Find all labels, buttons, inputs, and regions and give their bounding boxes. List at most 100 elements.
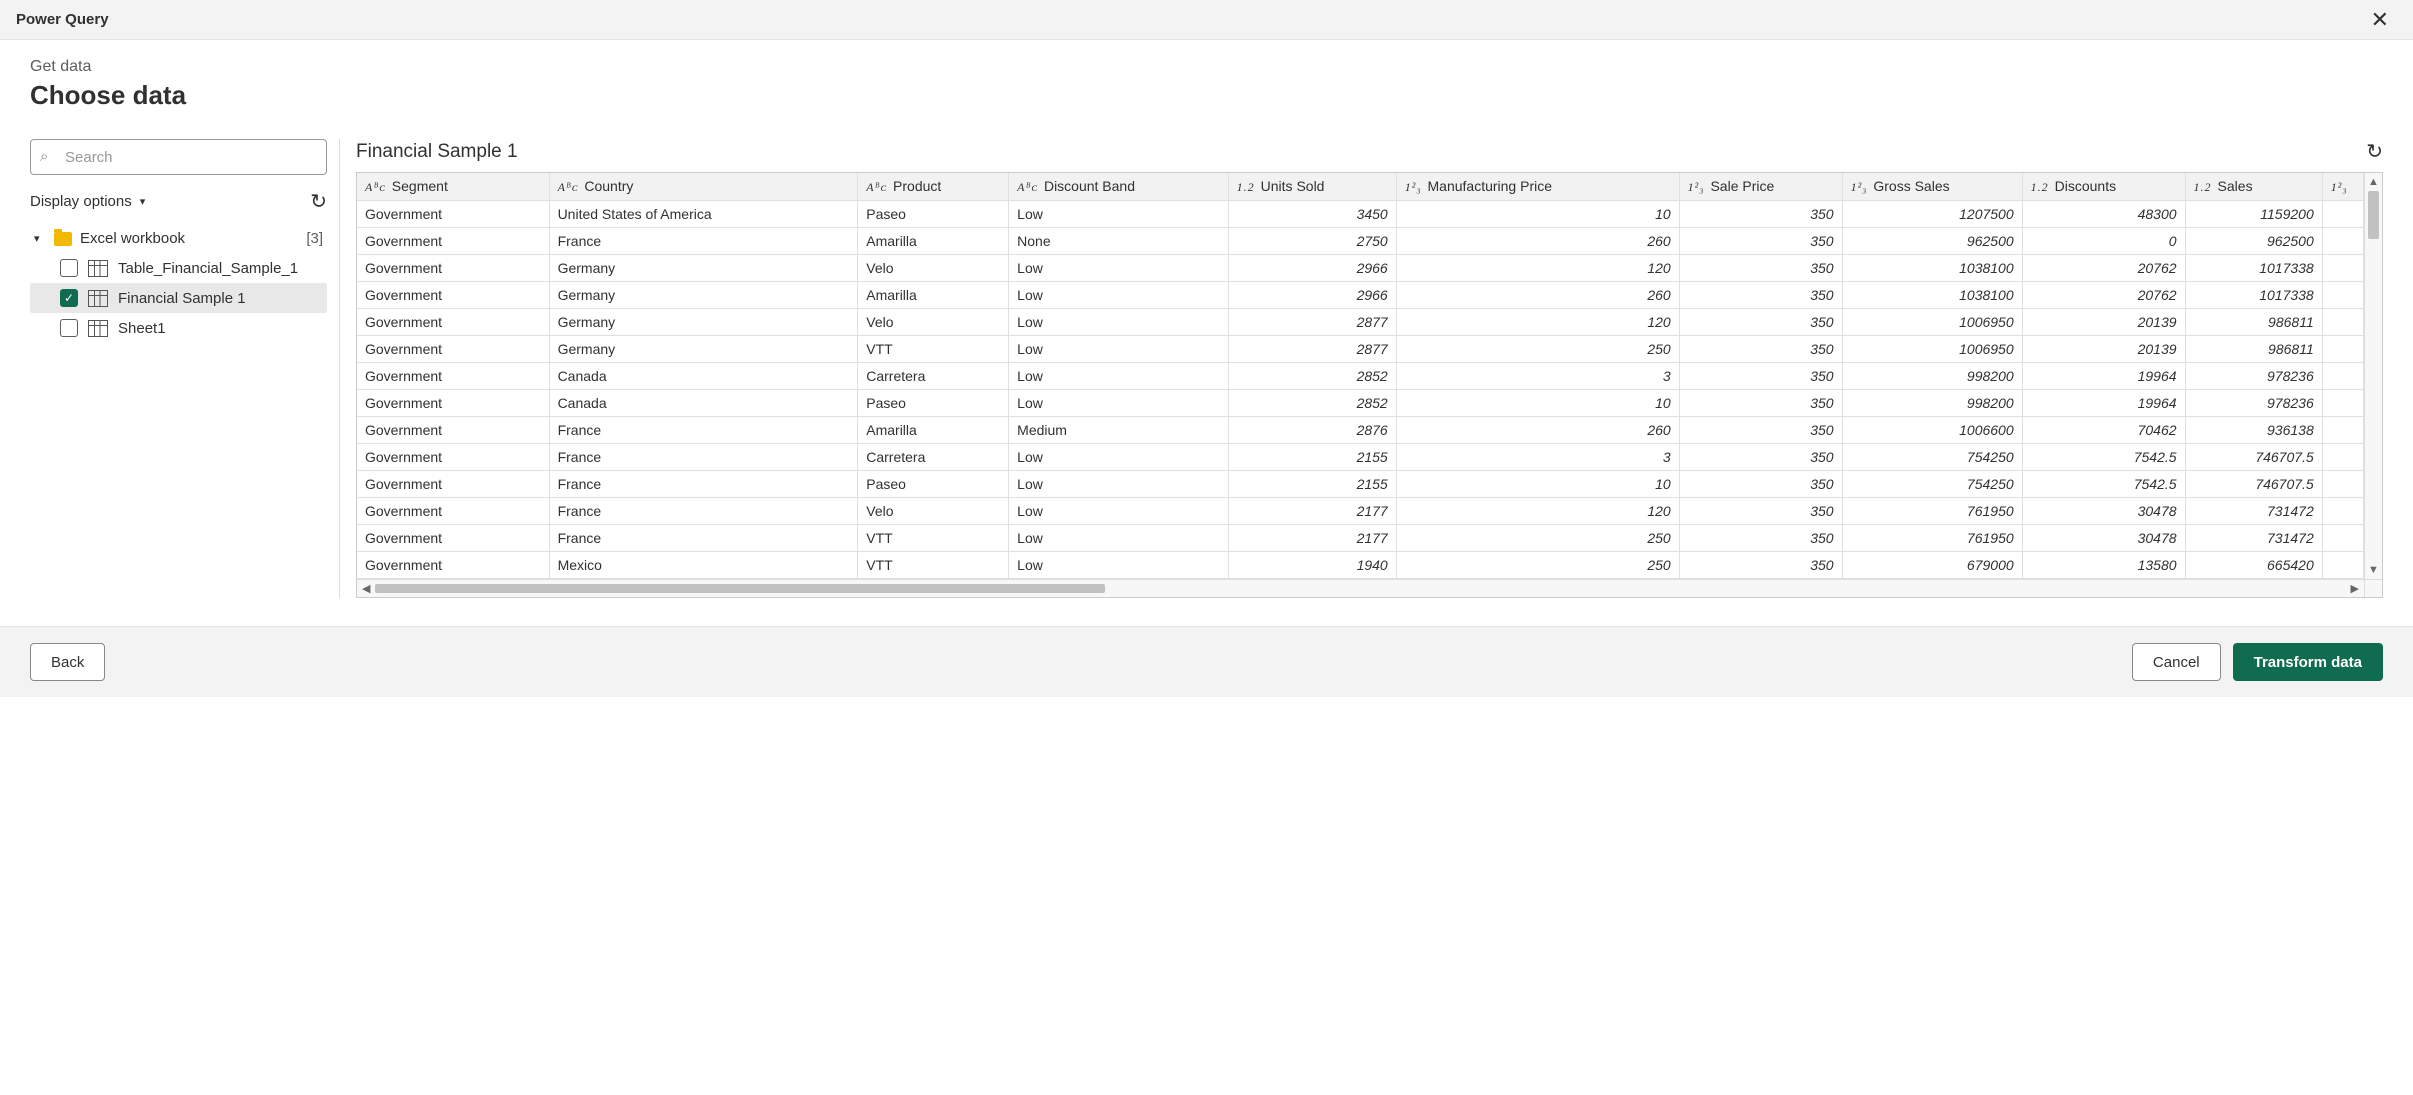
cell[interactable]: Government <box>357 336 549 363</box>
cell[interactable]: United States of America <box>549 201 858 228</box>
cell[interactable]: 350 <box>1679 390 1842 417</box>
cell[interactable]: 1207500 <box>1842 201 2022 228</box>
column-header[interactable]: AᴮᴄProduct <box>858 173 1009 201</box>
cell[interactable]: 1038100 <box>1842 255 2022 282</box>
cell[interactable]: 350 <box>1679 444 1842 471</box>
cell[interactable]: 20762 <box>2022 255 2185 282</box>
table-row[interactable]: GovernmentCanadaPaseoLow2852103509982001… <box>357 390 2364 417</box>
horizontal-scroll-thumb[interactable] <box>375 584 1105 593</box>
cell[interactable]: 350 <box>1679 417 1842 444</box>
column-header[interactable]: 1.2Sales <box>2185 173 2322 201</box>
vertical-scroll-track[interactable] <box>2365 191 2382 561</box>
cell[interactable]: France <box>549 228 858 255</box>
checkbox[interactable] <box>60 259 78 277</box>
cell[interactable]: 962500 <box>1842 228 2022 255</box>
cell[interactable]: 2155 <box>1228 471 1396 498</box>
cancel-button[interactable]: Cancel <box>2132 643 2221 681</box>
cell[interactable]: Government <box>357 363 549 390</box>
cell[interactable]: Government <box>357 390 549 417</box>
cell[interactable]: 1006950 <box>1842 336 2022 363</box>
cell[interactable]: 250 <box>1396 552 1679 579</box>
cell[interactable]: 250 <box>1396 525 1679 552</box>
cell[interactable]: 350 <box>1679 282 1842 309</box>
cell[interactable]: VTT <box>858 525 1009 552</box>
table-row[interactable]: GovernmentFrancePaseoLow2155103507542507… <box>357 471 2364 498</box>
cell[interactable]: 998200 <box>1842 390 2022 417</box>
cell[interactable]: Low <box>1009 390 1229 417</box>
cell[interactable]: Velo <box>858 498 1009 525</box>
table-row[interactable]: GovernmentFranceAmarillaMedium2876260350… <box>357 417 2364 444</box>
cell[interactable]: France <box>549 525 858 552</box>
cell[interactable]: 1940 <box>1228 552 1396 579</box>
cell[interactable]: Low <box>1009 255 1229 282</box>
cell[interactable]: 350 <box>1679 309 1842 336</box>
table-row[interactable]: GovernmentFranceAmarillaNone275026035096… <box>357 228 2364 255</box>
cell[interactable]: Government <box>357 201 549 228</box>
table-row[interactable]: GovernmentGermanyVeloLow2966120350103810… <box>357 255 2364 282</box>
cell[interactable]: Government <box>357 255 549 282</box>
cell[interactable]: Amarilla <box>858 228 1009 255</box>
cell[interactable]: Low <box>1009 444 1229 471</box>
cell[interactable]: Government <box>357 525 549 552</box>
cell[interactable]: 746707.5 <box>2185 471 2322 498</box>
cell[interactable]: 1159200 <box>2185 201 2322 228</box>
cell[interactable]: 7542.5 <box>2022 471 2185 498</box>
checkbox[interactable]: ✓ <box>60 289 78 307</box>
cell[interactable]: Germany <box>549 282 858 309</box>
column-header[interactable]: 1²₃ <box>2322 173 2363 201</box>
cell[interactable]: Low <box>1009 471 1229 498</box>
cell[interactable]: Canada <box>549 390 858 417</box>
cell[interactable]: 754250 <box>1842 444 2022 471</box>
cell[interactable]: 2177 <box>1228 498 1396 525</box>
table-row[interactable]: GovernmentFranceCarreteraLow215533507542… <box>357 444 2364 471</box>
table-row[interactable]: GovernmentFranceVTTLow217725035076195030… <box>357 525 2364 552</box>
scroll-left-icon[interactable]: ◀ <box>357 582 375 595</box>
search-input[interactable] <box>30 139 327 175</box>
cell[interactable]: France <box>549 471 858 498</box>
table-row[interactable]: GovernmentCanadaCarreteraLow285233509982… <box>357 363 2364 390</box>
cell[interactable]: 0 <box>2022 228 2185 255</box>
scroll-up-icon[interactable]: ▲ <box>2368 173 2379 191</box>
cell[interactable]: 350 <box>1679 552 1842 579</box>
cell[interactable]: 962500 <box>2185 228 2322 255</box>
column-header[interactable]: 1.2Units Sold <box>1228 173 1396 201</box>
back-button[interactable]: Back <box>30 643 105 681</box>
scroll-down-icon[interactable]: ▼ <box>2368 561 2379 579</box>
cell[interactable]: 679000 <box>1842 552 2022 579</box>
cell[interactable]: 665420 <box>2185 552 2322 579</box>
horizontal-scrollbar[interactable]: ◀ ▶ <box>357 579 2364 597</box>
cell[interactable]: Low <box>1009 201 1229 228</box>
column-header[interactable]: AᴮᴄSegment <box>357 173 549 201</box>
column-header[interactable]: 1²₃Gross Sales <box>1842 173 2022 201</box>
cell[interactable]: Carretera <box>858 444 1009 471</box>
cell[interactable]: Carretera <box>858 363 1009 390</box>
cell[interactable]: 48300 <box>2022 201 2185 228</box>
cell[interactable]: 3450 <box>1228 201 1396 228</box>
cell[interactable]: 2155 <box>1228 444 1396 471</box>
cell[interactable]: Government <box>357 282 549 309</box>
cell[interactable]: 350 <box>1679 471 1842 498</box>
expand-collapse-icon[interactable]: ▾ <box>34 232 46 245</box>
horizontal-scroll-track[interactable] <box>375 580 2345 597</box>
cell[interactable]: 936138 <box>2185 417 2322 444</box>
cell[interactable]: 120 <box>1396 498 1679 525</box>
cell[interactable]: 120 <box>1396 255 1679 282</box>
cell[interactable]: 350 <box>1679 525 1842 552</box>
cell[interactable]: 260 <box>1396 417 1679 444</box>
cell[interactable]: France <box>549 498 858 525</box>
cell[interactable]: 978236 <box>2185 390 2322 417</box>
refresh-preview-icon[interactable]: ↻ <box>2366 139 2383 164</box>
cell[interactable]: Medium <box>1009 417 1229 444</box>
cell[interactable]: 986811 <box>2185 336 2322 363</box>
cell[interactable]: 10 <box>1396 201 1679 228</box>
cell[interactable]: 998200 <box>1842 363 2022 390</box>
cell[interactable]: Low <box>1009 309 1229 336</box>
cell[interactable]: 10 <box>1396 471 1679 498</box>
cell[interactable]: 978236 <box>2185 363 2322 390</box>
table-row[interactable]: GovernmentFranceVeloLow21771203507619503… <box>357 498 2364 525</box>
display-options-dropdown[interactable]: Display options ▾ <box>30 193 145 210</box>
cell[interactable]: Paseo <box>858 390 1009 417</box>
cell[interactable]: 2877 <box>1228 336 1396 363</box>
cell[interactable]: 350 <box>1679 498 1842 525</box>
cell[interactable]: 731472 <box>2185 525 2322 552</box>
